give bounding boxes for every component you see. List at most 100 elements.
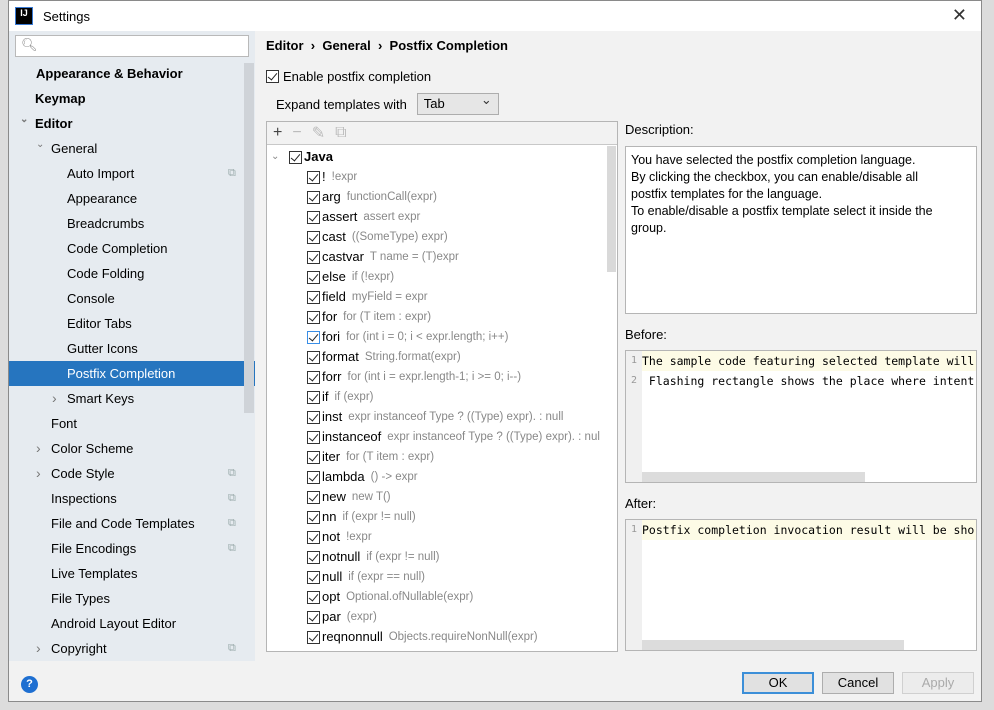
template-row[interactable]: arg functionCall(expr) bbox=[267, 187, 617, 207]
chevron-down-icon[interactable]: ⌄ bbox=[20, 107, 28, 132]
template-row[interactable]: par (expr) bbox=[267, 607, 617, 627]
sidebar-item-copyright[interactable]: › Copyright ⧉ bbox=[9, 636, 255, 661]
sidebar-item-postfix-completion[interactable]: Postfix Completion bbox=[9, 361, 255, 386]
template-row[interactable]: new new T() bbox=[267, 487, 617, 507]
apply-button[interactable]: Apply bbox=[902, 672, 974, 694]
cancel-button[interactable]: Cancel bbox=[822, 672, 894, 694]
template-row[interactable]: castvar T name = (T)expr bbox=[267, 247, 617, 267]
checkbox[interactable] bbox=[307, 510, 320, 524]
checkbox[interactable] bbox=[307, 410, 320, 424]
after-editor[interactable]: 1 Postfix completion invocation result wi… bbox=[625, 519, 977, 651]
breadcrumb-item[interactable]: General bbox=[322, 38, 370, 53]
list-scrollbar[interactable] bbox=[607, 146, 616, 272]
sidebar-item-console[interactable]: Console bbox=[9, 286, 255, 311]
template-row[interactable]: ! !expr bbox=[267, 167, 617, 187]
template-row[interactable]: forr for (int i = expr.length-1; i >= 0; … bbox=[267, 367, 617, 387]
chevron-right-icon[interactable]: › bbox=[36, 461, 41, 486]
template-row[interactable]: nn if (expr != null) bbox=[267, 507, 617, 527]
chevron-down-icon[interactable]: ⌄ bbox=[36, 132, 44, 157]
sidebar-item-keymap[interactable]: Keymap bbox=[9, 86, 255, 111]
checkbox[interactable] bbox=[307, 390, 320, 404]
template-row[interactable]: opt Optional.ofNullable(expr) bbox=[267, 587, 617, 607]
sidebar-item-appearance[interactable]: Appearance bbox=[9, 186, 255, 211]
checkbox[interactable] bbox=[307, 450, 320, 464]
sidebar-item-editor-tabs[interactable]: Editor Tabs bbox=[9, 311, 255, 336]
checkbox[interactable] bbox=[307, 250, 320, 264]
template-row[interactable]: fori for (int i = 0; i < expr.length; i++… bbox=[267, 327, 617, 347]
sidebar-item-inspections[interactable]: Inspections ⧉ bbox=[9, 486, 255, 511]
chevron-right-icon[interactable]: › bbox=[36, 636, 41, 661]
search-input[interactable]: 🔍︎ bbox=[15, 35, 249, 57]
plus-icon[interactable]: + bbox=[273, 124, 282, 142]
template-row[interactable]: not !expr bbox=[267, 527, 617, 547]
before-editor[interactable]: 1 The sample code featuring selected temp… bbox=[625, 350, 977, 483]
template-row[interactable]: null if (expr == null) bbox=[267, 567, 617, 587]
template-row[interactable]: instanceof expr instanceof Type ? ((Type)… bbox=[267, 427, 617, 447]
expand-key-select[interactable]: Tab bbox=[416, 90, 499, 115]
copy-icon[interactable]: ⧉ bbox=[335, 124, 346, 142]
template-row[interactable]: lambda () -> expr bbox=[267, 467, 617, 487]
checkbox[interactable] bbox=[307, 190, 320, 204]
template-row[interactable]: for for (T item : expr) bbox=[267, 307, 617, 327]
checkbox[interactable] bbox=[266, 70, 279, 83]
checkbox[interactable] bbox=[307, 170, 320, 184]
template-row[interactable]: cast ((SomeType) expr) bbox=[267, 227, 617, 247]
sidebar-item-file-and-code-templates[interactable]: File and Code Templates ⧉ bbox=[9, 511, 255, 536]
close-icon[interactable]: ✕ bbox=[952, 5, 967, 26]
sidebar-item-breadcrumbs[interactable]: Breadcrumbs bbox=[9, 211, 255, 236]
sidebar-item-file-encodings[interactable]: File Encodings ⧉ bbox=[9, 536, 255, 561]
chevron-down-icon[interactable]: ⌄ bbox=[271, 147, 289, 167]
sidebar-item-code-completion[interactable]: Code Completion bbox=[9, 236, 255, 261]
checkbox[interactable] bbox=[307, 230, 320, 244]
sidebar-item-general[interactable]: ⌄ General bbox=[9, 136, 255, 161]
horizontal-scrollbar[interactable] bbox=[642, 472, 865, 482]
chevron-right-icon[interactable]: › bbox=[52, 386, 57, 411]
checkbox[interactable] bbox=[307, 630, 320, 644]
checkbox[interactable] bbox=[307, 550, 320, 564]
sidebar-item-appearance-behavior[interactable]: Appearance & Behavior bbox=[9, 61, 255, 86]
help-icon[interactable]: ? bbox=[21, 676, 38, 693]
checkbox[interactable] bbox=[307, 590, 320, 604]
template-row[interactable]: assert assert expr bbox=[267, 207, 617, 227]
sidebar-item-gutter-icons[interactable]: Gutter Icons bbox=[9, 336, 255, 361]
checkbox[interactable] bbox=[307, 430, 320, 444]
sidebar-item-code-folding[interactable]: Code Folding bbox=[9, 261, 255, 286]
checkbox[interactable] bbox=[307, 470, 320, 484]
checkbox[interactable] bbox=[307, 330, 320, 344]
checkbox[interactable] bbox=[307, 270, 320, 284]
sidebar-item-smart-keys[interactable]: › Smart Keys bbox=[9, 386, 255, 411]
edit-icon[interactable]: ✎ bbox=[312, 123, 325, 143]
template-row[interactable]: inst expr instanceof Type ? ((Type) expr)… bbox=[267, 407, 617, 427]
template-row[interactable]: if if (expr) bbox=[267, 387, 617, 407]
template-row[interactable]: else if (!expr) bbox=[267, 267, 617, 287]
sidebar-item-color-scheme[interactable]: › Color Scheme bbox=[9, 436, 255, 461]
checkbox[interactable] bbox=[307, 210, 320, 224]
checkbox[interactable] bbox=[307, 610, 320, 624]
template-row[interactable]: reqnonnull Objects.requireNonNull(expr) bbox=[267, 627, 617, 647]
sidebar-item-code-style[interactable]: › Code Style ⧉ bbox=[9, 461, 255, 486]
minus-icon[interactable]: − bbox=[292, 124, 301, 142]
template-row[interactable]: format String.format(expr) bbox=[267, 347, 617, 367]
checkbox[interactable] bbox=[307, 290, 320, 304]
checkbox[interactable] bbox=[307, 350, 320, 364]
sidebar-item-live-templates[interactable]: Live Templates bbox=[9, 561, 255, 586]
template-row[interactable]: iter for (T item : expr) bbox=[267, 447, 617, 467]
ok-button[interactable]: OK bbox=[742, 672, 814, 694]
enable-postfix-checkbox[interactable]: Enable postfix completion bbox=[266, 69, 431, 84]
tree-root-java[interactable]: ⌄ Java bbox=[267, 147, 617, 167]
sidebar-item-editor[interactable]: ⌄ Editor bbox=[9, 111, 255, 136]
checkbox[interactable] bbox=[289, 150, 302, 164]
sidebar-item-font[interactable]: Font bbox=[9, 411, 255, 436]
horizontal-scrollbar[interactable] bbox=[642, 640, 904, 650]
sidebar-item-auto-import[interactable]: Auto Import ⧉ bbox=[9, 161, 255, 186]
sidebar-item-file-types[interactable]: File Types bbox=[9, 586, 255, 611]
checkbox[interactable] bbox=[307, 370, 320, 384]
checkbox[interactable] bbox=[307, 310, 320, 324]
sidebar-scrollbar[interactable] bbox=[244, 63, 254, 413]
template-row[interactable]: field myField = expr bbox=[267, 287, 617, 307]
template-row[interactable]: notnull if (expr != null) bbox=[267, 547, 617, 567]
checkbox[interactable] bbox=[307, 490, 320, 504]
chevron-right-icon[interactable]: › bbox=[36, 436, 41, 461]
checkbox[interactable] bbox=[307, 570, 320, 584]
breadcrumb-item[interactable]: Editor bbox=[266, 38, 304, 53]
